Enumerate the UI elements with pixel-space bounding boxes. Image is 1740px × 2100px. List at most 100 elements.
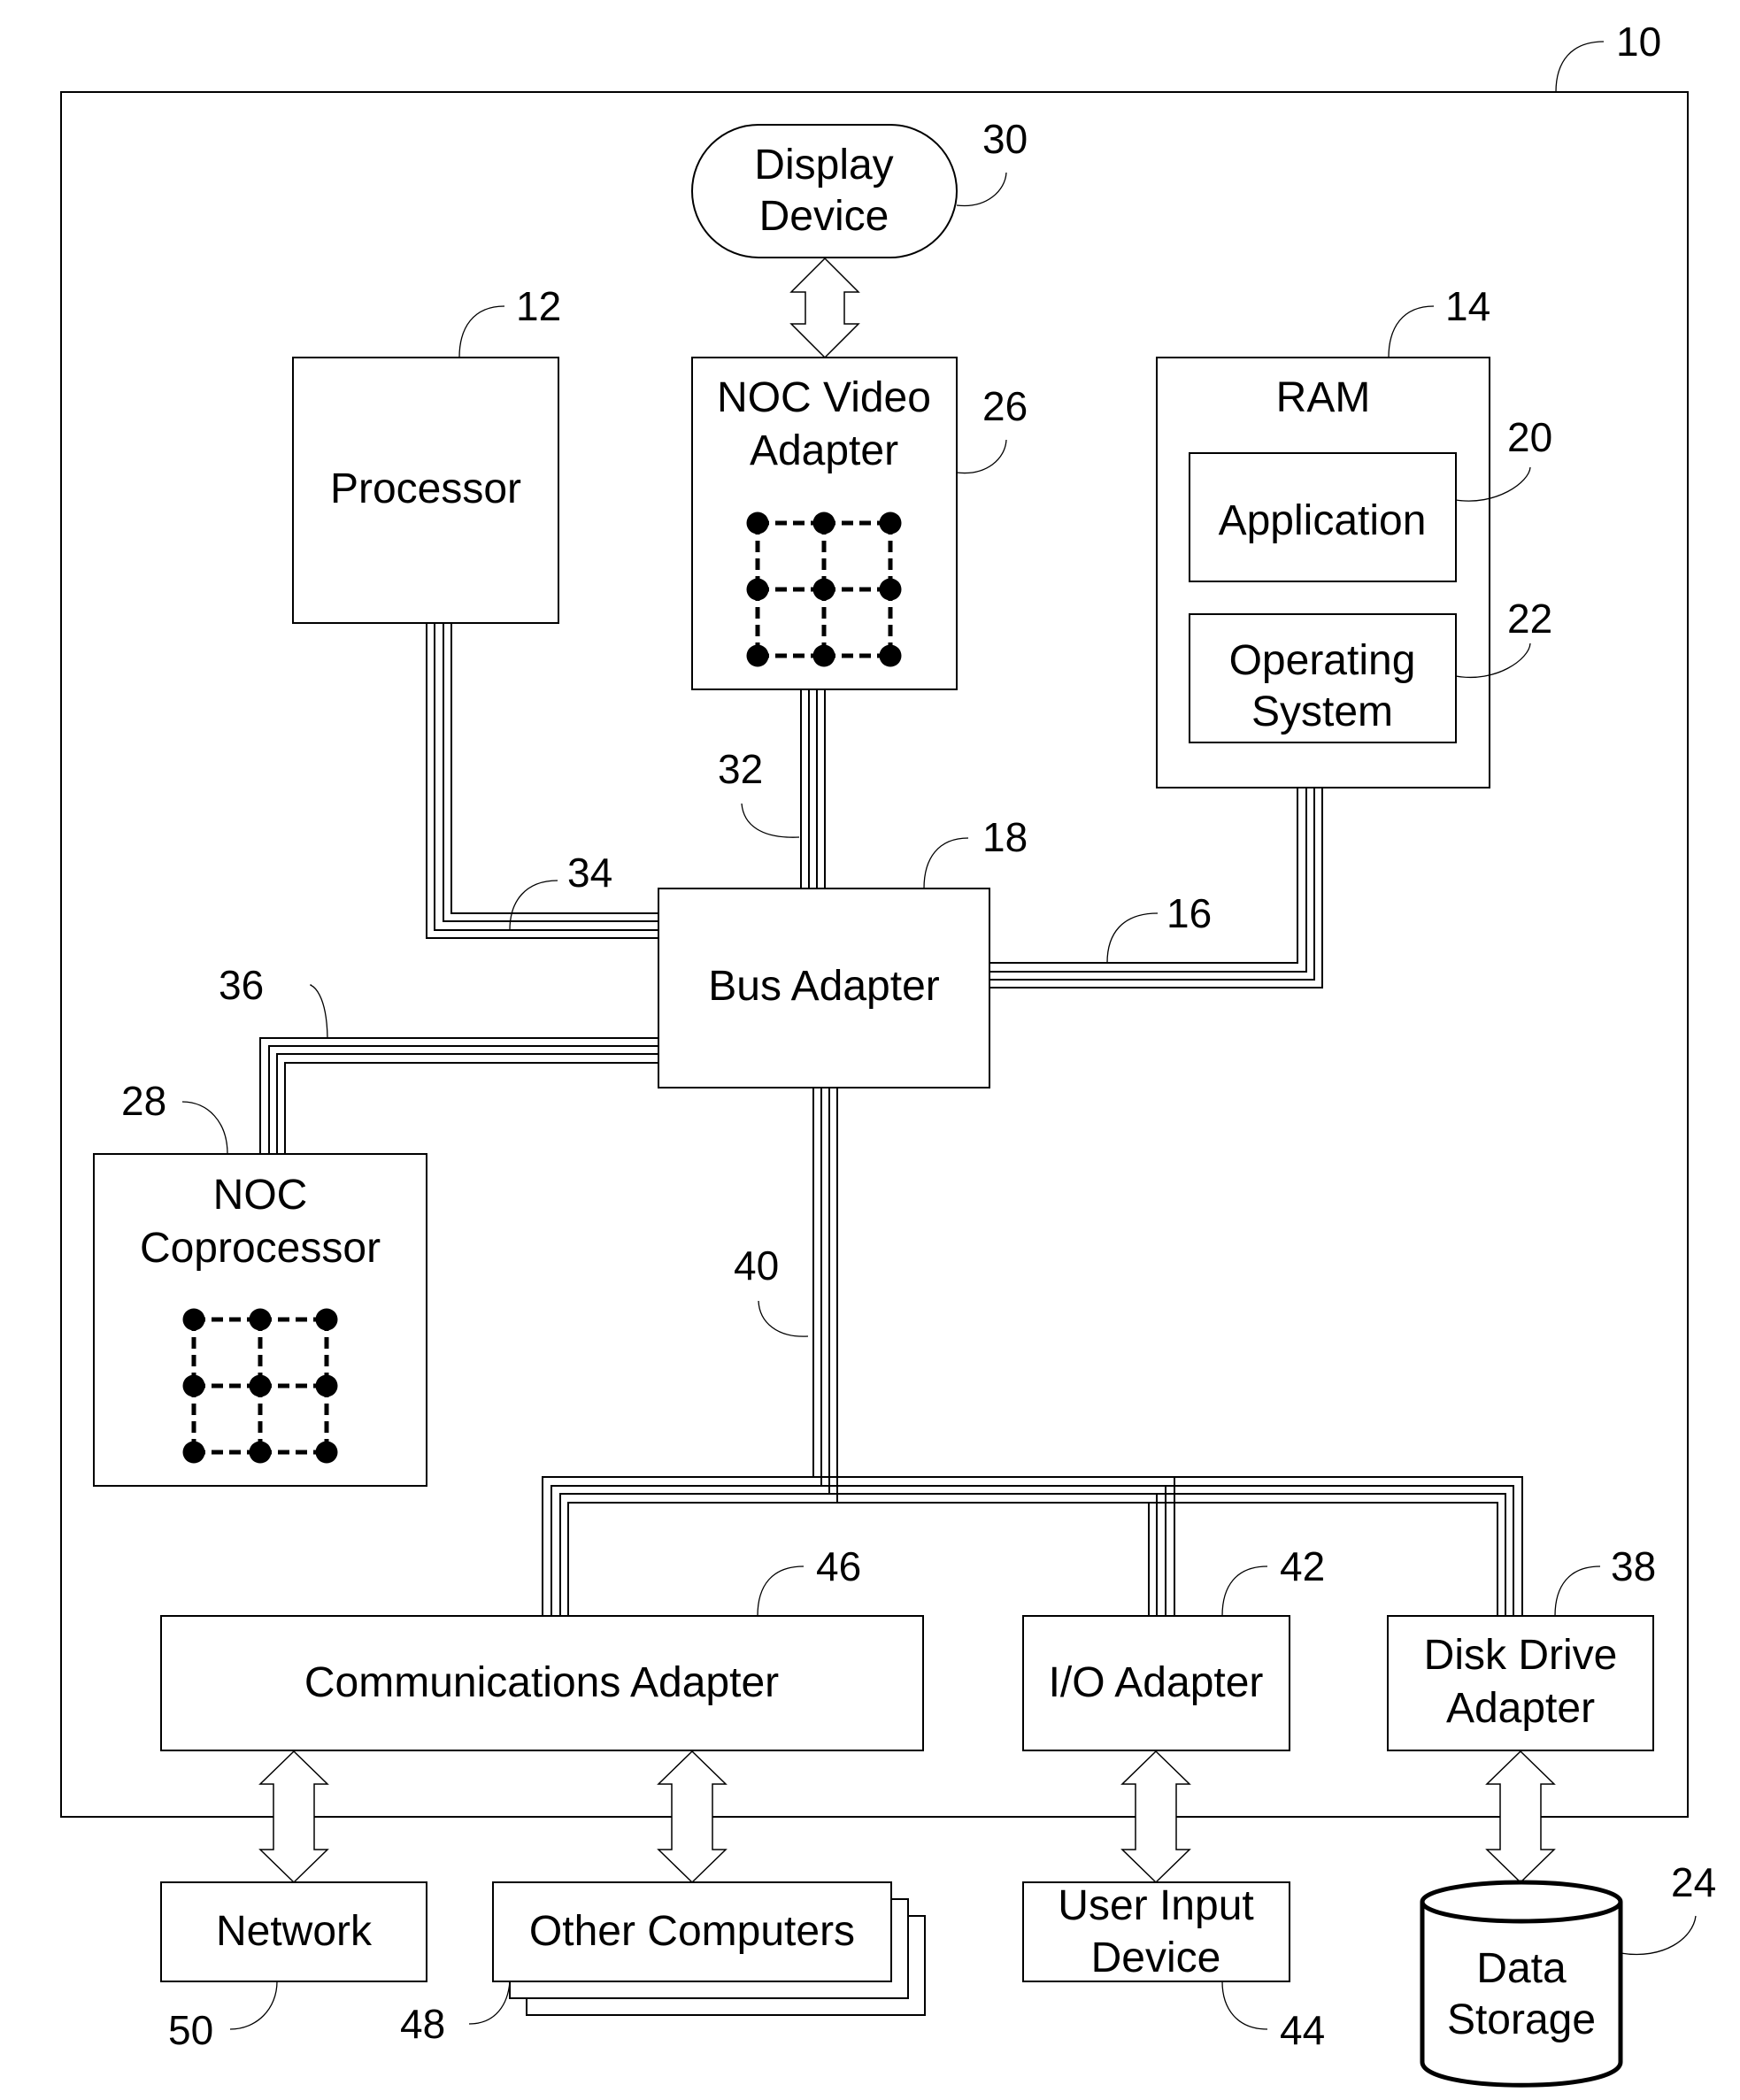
user-input-device-label-1: User Input <box>1058 1882 1253 1929</box>
disk-drive-adapter: Disk Drive Adapter <box>1387 1615 1654 1751</box>
leader-disk-drive-adapter <box>1554 1565 1601 1617</box>
ref-bus-adapter: 18 <box>982 814 1028 860</box>
leader-expansion-bus <box>758 1300 809 1337</box>
mesh-node <box>315 1308 338 1331</box>
io-adapter: I/O Adapter <box>1022 1615 1290 1751</box>
mesh-node <box>746 512 769 535</box>
ref-network: 50 <box>168 2007 213 2053</box>
data-storage-label-1: Data <box>1476 1945 1567 1992</box>
ref-video-bus: 32 <box>718 746 763 792</box>
display-link-arrow <box>789 257 860 359</box>
mesh-node <box>812 644 835 667</box>
disk-drive-adapter-label-1: Disk Drive <box>1424 1632 1618 1679</box>
noc-coprocessor-label-1: NOC <box>213 1172 308 1219</box>
ref-noc-video-adapter: 26 <box>982 383 1028 429</box>
leader-noc-video-adapter <box>956 439 1007 474</box>
user-input-device: User Input Device <box>1022 1881 1290 1982</box>
front-side-bus <box>426 623 658 939</box>
ref-system: 10 <box>1616 19 1661 65</box>
ref-processor: 12 <box>516 283 561 329</box>
communications-adapter: Communications Adapter <box>160 1615 924 1751</box>
mesh-node <box>315 1441 338 1464</box>
leader-other-computers <box>468 1981 511 2025</box>
memory-bus <box>989 788 1323 988</box>
disk-drive-adapter-label-2: Adapter <box>1446 1685 1595 1732</box>
leader-video-bus <box>741 803 800 838</box>
processor: Processor <box>292 357 559 624</box>
ref-io-adapter: 42 <box>1280 1543 1325 1589</box>
coprocessor-bus <box>259 1037 658 1154</box>
leader-bus-adapter <box>923 837 969 889</box>
application-label: Application <box>1219 497 1427 544</box>
ref-display-device: 30 <box>982 116 1028 162</box>
leader-display-device <box>956 172 1007 207</box>
mesh-node <box>812 578 835 601</box>
network: Network <box>160 1881 427 1982</box>
ref-ram: 14 <box>1445 283 1490 329</box>
mesh-node <box>746 644 769 667</box>
noc-video-adapter-label-1: NOC Video <box>717 374 931 421</box>
leader-ram <box>1388 305 1435 358</box>
leader-memory-bus <box>1106 912 1159 964</box>
video-bus <box>800 689 826 888</box>
leader-coprocessor-bus <box>310 984 328 1039</box>
mesh-node <box>315 1374 338 1397</box>
mesh-node <box>182 1308 205 1331</box>
operating-system-label-2: System <box>1251 688 1393 735</box>
data-storage-label-2: Storage <box>1447 1996 1596 2043</box>
noc-video-adapter-label-2: Adapter <box>750 427 898 474</box>
ref-noc-coprocessor: 28 <box>121 1078 166 1124</box>
leader-noc-coprocessor <box>181 1101 228 1155</box>
operating-system-label-1: Operating <box>1229 637 1416 684</box>
leader-io-adapter <box>1221 1565 1268 1617</box>
other-computers-label: Other Computers <box>529 1908 855 1955</box>
leader-network <box>229 1981 278 2030</box>
mesh-node <box>812 512 835 535</box>
ref-application: 20 <box>1507 414 1552 460</box>
ref-communications-adapter: 46 <box>816 1543 861 1589</box>
processor-label: Processor <box>330 465 521 512</box>
mesh-node <box>182 1441 205 1464</box>
mesh-node <box>879 578 902 601</box>
ref-other-computers: 48 <box>400 2001 445 2047</box>
mesh-node <box>746 578 769 601</box>
ref-disk-drive-adapter: 38 <box>1611 1543 1656 1589</box>
user-input-device-label-2: Device <box>1091 1935 1221 1981</box>
mesh-node <box>249 1374 272 1397</box>
leader-data-storage <box>1620 1915 1697 1956</box>
communications-adapter-label: Communications Adapter <box>304 1659 779 1706</box>
mesh-node <box>249 1308 272 1331</box>
ram-label: RAM <box>1276 374 1371 421</box>
bus-adapter: Bus Adapter <box>658 888 990 1088</box>
ref-coprocessor-bus: 36 <box>219 962 264 1008</box>
network-label: Network <box>216 1908 373 1955</box>
ref-front-side-bus: 34 <box>567 850 612 896</box>
noc-video-adapter: NOC Video Adapter <box>691 357 958 690</box>
expansion-bus <box>542 1088 1523 1616</box>
io-adapter-label: I/O Adapter <box>1049 1659 1264 1706</box>
ref-operating-system: 22 <box>1507 596 1552 642</box>
noc-coprocessor: NOC Coprocessor <box>93 1153 427 1487</box>
bus-adapter-label: Bus Adapter <box>708 963 940 1010</box>
display-device-label-1: Display <box>754 142 893 188</box>
ram: RAM Application Operating System <box>1156 357 1490 788</box>
leader-processor <box>458 305 505 358</box>
mesh-node <box>182 1374 205 1397</box>
mesh-node <box>879 512 902 535</box>
display-device-label-2: Device <box>759 193 889 240</box>
display-device: Display Device <box>691 124 958 258</box>
other-computers: Other Computers <box>492 1881 926 2016</box>
mesh-node <box>879 644 902 667</box>
data-storage: Data Storage <box>1420 1880 1623 2088</box>
leader-user-input-device <box>1221 1981 1268 2030</box>
ref-data-storage: 24 <box>1671 1859 1716 1905</box>
computer-system-diagram: 10 Display Device 30 Processor 12 NOC Vi… <box>60 19 1716 2088</box>
operating-system: Operating System <box>1189 613 1457 743</box>
mesh-node <box>249 1441 272 1464</box>
leader-system <box>1555 41 1605 93</box>
leader-communications-adapter <box>757 1565 805 1617</box>
ref-expansion-bus: 40 <box>734 1242 779 1288</box>
ref-user-input-device: 44 <box>1280 2007 1325 2053</box>
leader-front-side-bus <box>509 880 558 931</box>
noc-coprocessor-label-2: Coprocessor <box>140 1225 381 1272</box>
